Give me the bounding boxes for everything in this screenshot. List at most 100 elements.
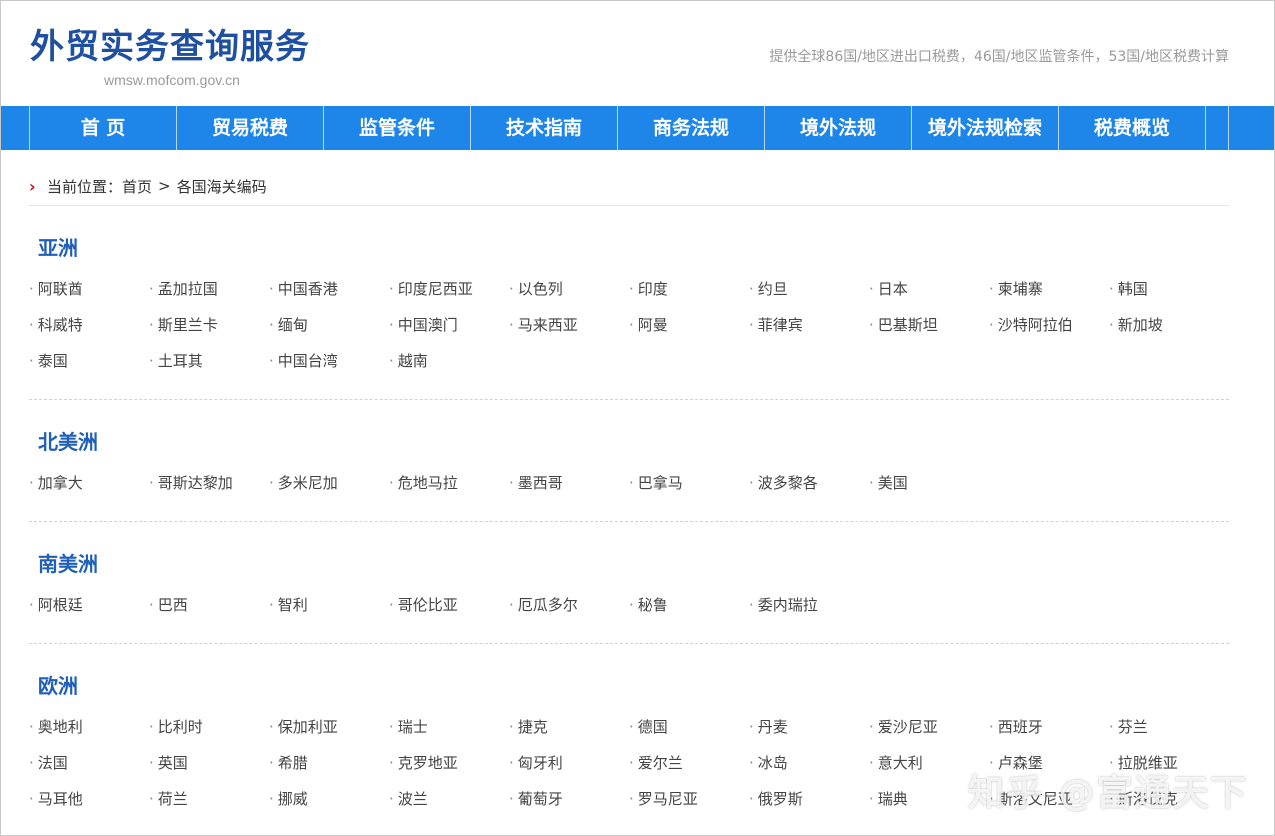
- bullet-dot: ·: [389, 280, 394, 298]
- country-link[interactable]: · 马来西亚: [509, 315, 629, 351]
- country-name: 芬兰: [1117, 718, 1148, 736]
- country-link[interactable]: · 荷兰: [149, 789, 269, 825]
- country-link[interactable]: · 哥斯达黎加: [149, 473, 269, 509]
- country-link[interactable]: · 沙特阿拉伯: [989, 315, 1109, 351]
- nav-item-technical-guide[interactable]: 技术指南: [471, 106, 618, 150]
- country-link[interactable]: · 孟加拉国: [149, 279, 269, 315]
- country-link[interactable]: · 韩国: [1109, 279, 1229, 315]
- country-link[interactable]: · 马耳他: [29, 789, 149, 825]
- country-grid: · 加拿大 · 哥斯达黎加 · 多米尼加 · 危地马拉 · 墨西哥 · 巴拿马 · 波多黎各 · 美国: [29, 473, 1229, 509]
- country-link[interactable]: · 土耳其: [149, 351, 269, 387]
- country-link[interactable]: · 芬兰: [1109, 717, 1229, 753]
- country-link[interactable]: · 爱尔兰: [629, 753, 749, 789]
- breadcrumb-separator: >: [158, 177, 171, 195]
- country-name: 瑞典: [877, 790, 908, 808]
- country-link[interactable]: · 危地马拉: [389, 473, 509, 509]
- country-link[interactable]: · 印度尼西亚: [389, 279, 509, 315]
- region-divider: [29, 521, 1229, 522]
- country-link[interactable]: · 中国台湾: [269, 351, 389, 387]
- country-link[interactable]: · 斯里兰卡: [149, 315, 269, 351]
- country-name: 新加坡: [1117, 316, 1163, 334]
- country-name: 比利时: [157, 718, 203, 736]
- country-name: 阿根廷: [37, 596, 83, 614]
- country-link[interactable]: · 巴西: [149, 595, 269, 631]
- country-link[interactable]: · 巴拿马: [629, 473, 749, 509]
- country-link[interactable]: · 印度: [629, 279, 749, 315]
- bullet-dot: ·: [29, 718, 34, 736]
- country-name: 德国: [637, 718, 668, 736]
- country-link[interactable]: · 多米尼加: [269, 473, 389, 509]
- country-link[interactable]: · 瑞士: [389, 717, 509, 753]
- country-link[interactable]: · 智利: [269, 595, 389, 631]
- country-row: · 阿联酋 · 孟加拉国 · 中国香港 · 印度尼西亚 · 以色列 · 印度 · 约旦 · 日本 · 柬埔寨 · 韩国: [29, 279, 1229, 315]
- country-link[interactable]: · 波兰: [389, 789, 509, 825]
- country-link[interactable]: · 中国澳门: [389, 315, 509, 351]
- country-link[interactable]: · 秘鲁: [629, 595, 749, 631]
- country-link[interactable]: · 柬埔寨: [989, 279, 1109, 315]
- country-link[interactable]: · 丹麦: [749, 717, 869, 753]
- country-link[interactable]: · 法国: [29, 753, 149, 789]
- country-link[interactable]: · 委内瑞拉: [749, 595, 869, 631]
- nav-item-trade-tax[interactable]: 贸易税费: [177, 106, 324, 150]
- country-name: 捷克: [517, 718, 548, 736]
- country-link[interactable]: · 巴基斯坦: [869, 315, 989, 351]
- country-link[interactable]: · 波多黎各: [749, 473, 869, 509]
- country-link[interactable]: · 以色列: [509, 279, 629, 315]
- country-link[interactable]: · 哥伦比亚: [389, 595, 509, 631]
- country-link[interactable]: · 挪威: [269, 789, 389, 825]
- country-link[interactable]: · 加拿大: [29, 473, 149, 509]
- bullet-dot: ·: [149, 352, 154, 370]
- country-link[interactable]: · 罗马尼亚: [629, 789, 749, 825]
- country-link[interactable]: · 缅甸: [269, 315, 389, 351]
- country-link[interactable]: · 冰岛: [749, 753, 869, 789]
- nav-item-home[interactable]: 首 页: [30, 106, 177, 150]
- bullet-dot: ·: [29, 316, 34, 334]
- site-title[interactable]: 外贸实务查询服务: [30, 25, 310, 69]
- country-name: 匈牙利: [517, 754, 563, 772]
- country-name: 印度: [637, 280, 668, 298]
- bullet-dot: ·: [389, 596, 394, 614]
- country-link[interactable]: · 泰国: [29, 351, 149, 387]
- country-link[interactable]: · 匈牙利: [509, 753, 629, 789]
- country-link[interactable]: · 捷克: [509, 717, 629, 753]
- country-link[interactable]: · 中国香港: [269, 279, 389, 315]
- country-name: 保加利亚: [277, 718, 338, 736]
- country-link[interactable]: · 菲律宾: [749, 315, 869, 351]
- nav-item-commerce-law[interactable]: 商务法规: [618, 106, 765, 150]
- country-link[interactable]: · 希腊: [269, 753, 389, 789]
- country-link[interactable]: · 奥地利: [29, 717, 149, 753]
- country-link[interactable]: · 新加坡: [1109, 315, 1229, 351]
- bullet-dot: ·: [29, 790, 34, 808]
- nav-item-foreign-law-search[interactable]: 境外法规检索: [912, 106, 1059, 150]
- country-link[interactable]: · 德国: [629, 717, 749, 753]
- country-link[interactable]: · 科威特: [29, 315, 149, 351]
- country-link[interactable]: · 爱沙尼亚: [869, 717, 989, 753]
- region-divider: [29, 643, 1229, 644]
- nav-item-tax-overview[interactable]: 税费概览: [1059, 106, 1206, 150]
- bullet-dot: ·: [1109, 316, 1114, 334]
- country-link[interactable]: · 保加利亚: [269, 717, 389, 753]
- country-link[interactable]: · 阿根廷: [29, 595, 149, 631]
- country-link[interactable]: · 墨西哥: [509, 473, 629, 509]
- country-link[interactable]: · 葡萄牙: [509, 789, 629, 825]
- country-link[interactable]: · 克罗地亚: [389, 753, 509, 789]
- country-link[interactable]: · 约旦: [749, 279, 869, 315]
- country-link[interactable]: · 越南: [389, 351, 509, 387]
- country-name: 哥斯达黎加: [157, 474, 233, 492]
- country-link[interactable]: · 比利时: [149, 717, 269, 753]
- country-link[interactable]: · 西班牙: [989, 717, 1109, 753]
- region-section-south-america: 南美洲 · 阿根廷 · 巴西 · 智利 · 哥伦比亚 · 厄瓜多尔 · 秘鲁 · 委内瑞拉: [29, 549, 1229, 631]
- country-link[interactable]: · 俄罗斯: [749, 789, 869, 825]
- country-link[interactable]: · 日本: [869, 279, 989, 315]
- nav-item-regulatory-conditions[interactable]: 监管条件: [324, 106, 471, 150]
- bullet-dot: ·: [509, 474, 514, 492]
- country-link[interactable]: · 美国: [869, 473, 989, 509]
- country-link[interactable]: · 英国: [149, 753, 269, 789]
- country-link[interactable]: · 阿联酋: [29, 279, 149, 315]
- breadcrumb-home-link[interactable]: 首页: [122, 176, 152, 197]
- country-name: 挪威: [277, 790, 308, 808]
- country-link[interactable]: · 阿曼: [629, 315, 749, 351]
- nav-item-foreign-law[interactable]: 境外法规: [765, 106, 912, 150]
- bullet-dot: ·: [629, 790, 634, 808]
- country-link[interactable]: · 厄瓜多尔: [509, 595, 629, 631]
